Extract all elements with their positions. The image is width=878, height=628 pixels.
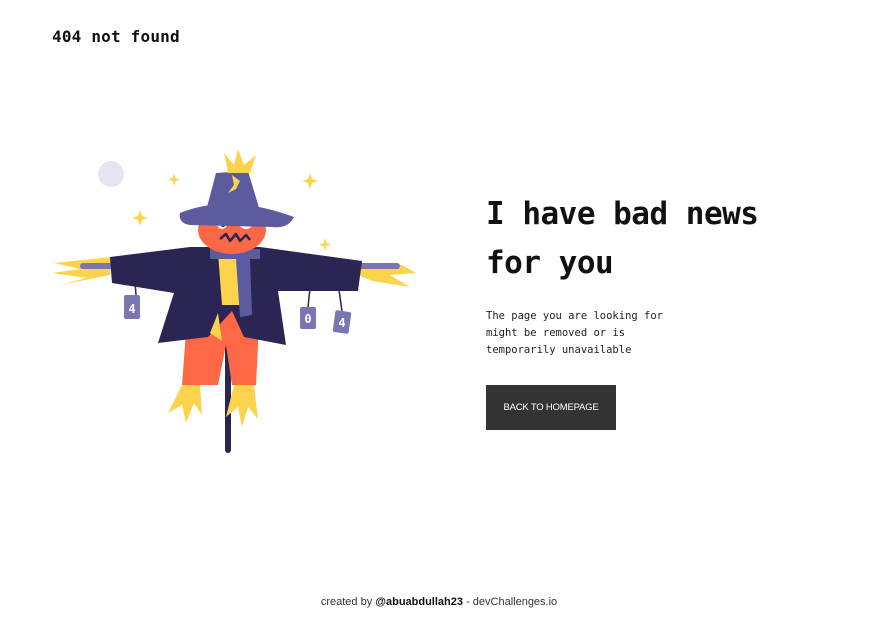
headline-line-2: for you (486, 245, 614, 281)
left-foot-straw (168, 385, 202, 423)
page-headline: I have bad news for you (486, 190, 826, 288)
back-to-homepage-button[interactable]: BACK TO HOMEPAGE (486, 385, 616, 430)
sparkle-icon (168, 173, 180, 186)
footer-prefix: created by (320, 596, 376, 608)
footer-site-link[interactable]: devChallenges.io (473, 596, 557, 608)
left-hand-straw (52, 257, 112, 285)
scarecrow-illustration: 4 0 4 (52, 149, 416, 453)
sparkle-icon (302, 173, 318, 189)
footer-separator: - (463, 596, 473, 608)
site-logo[interactable]: 404 not found (52, 27, 180, 46)
sparkle-icon (132, 210, 148, 226)
footer: created by @abuabdullah23 - devChallenge… (0, 596, 878, 608)
headline-line-1: I have bad news (486, 196, 759, 232)
sparkle-icon (319, 238, 331, 251)
footer-author-link[interactable]: @abuabdullah23 (375, 596, 463, 608)
hat-straw (224, 149, 256, 173)
moon-icon (98, 161, 124, 187)
svg-text:0: 0 (304, 312, 311, 326)
svg-text:4: 4 (338, 316, 345, 330)
error-content: I have bad news for you The page you are… (486, 190, 826, 430)
error-description: The page you are looking for might be re… (486, 310, 664, 356)
svg-text:4: 4 (128, 302, 135, 316)
